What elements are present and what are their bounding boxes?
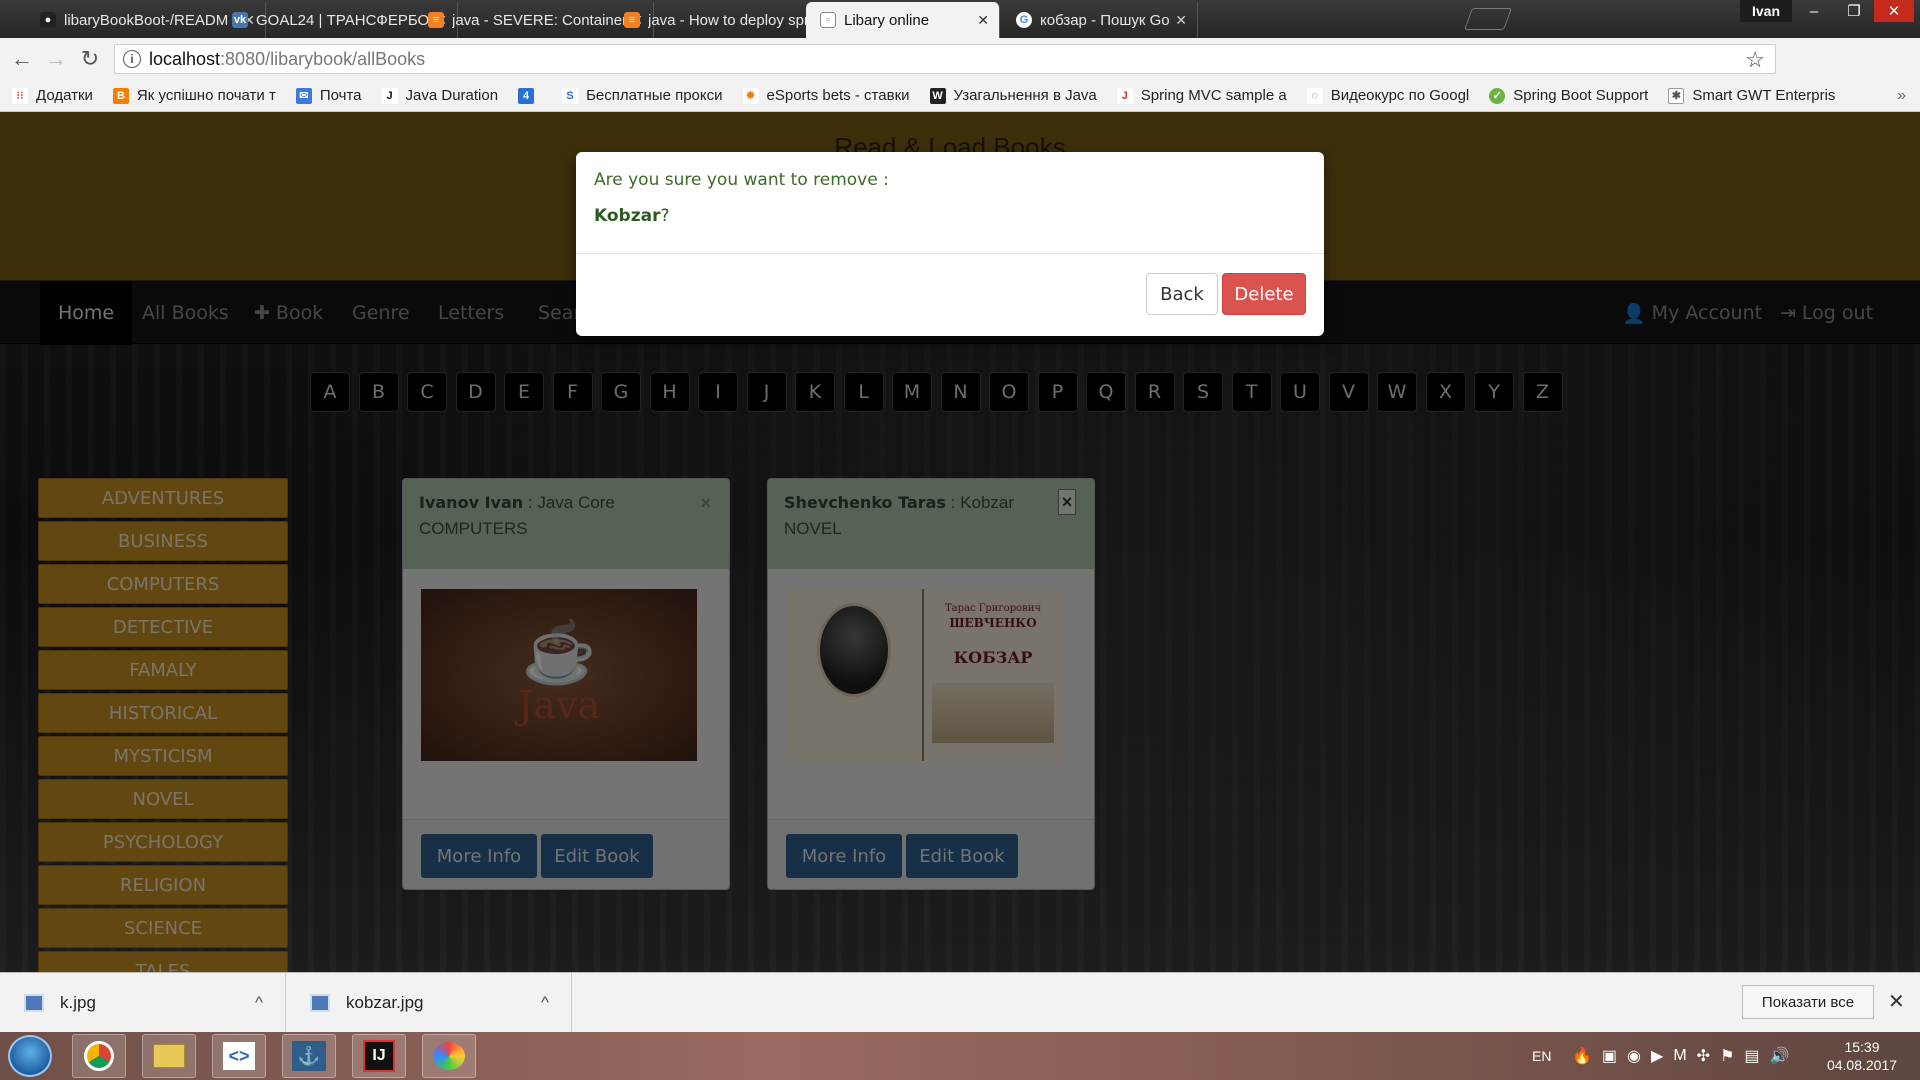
s-icon: S xyxy=(562,87,579,104)
stackoverflow-icon: ≡ xyxy=(624,12,640,28)
back-button[interactable]: Back xyxy=(1146,273,1218,315)
tab-title: libaryBookBoot-/READM xyxy=(64,11,229,29)
tab-title: GOAL24 | ТРАНСФЕРБО xyxy=(256,11,430,29)
system-clock[interactable]: 15:39 04.08.2017 xyxy=(1812,1038,1912,1074)
close-downloads-icon[interactable]: ✕ xyxy=(1888,989,1905,1014)
four-icon: 4 xyxy=(518,87,535,104)
bookmark-spring-mvc[interactable]: J Spring MVC sample a xyxy=(1116,87,1287,104)
google-icon: G xyxy=(1016,12,1032,28)
stackoverflow-icon: ≡ xyxy=(428,12,444,28)
apps-icon: ⁝⁝ xyxy=(12,87,28,104)
back-arrow-icon[interactable]: ← xyxy=(10,47,34,71)
mail-tray-icon[interactable]: M xyxy=(1673,1047,1686,1065)
bookmark-esports[interactable]: ✸ eSports bets - ставки xyxy=(742,87,910,104)
spring-icon: ✓ xyxy=(1489,87,1506,104)
chrome-tray-icon[interactable]: ◉ xyxy=(1627,1046,1641,1066)
start-button[interactable] xyxy=(8,1035,52,1077)
bookmark-proxy[interactable]: S Бесплатные прокси xyxy=(562,87,723,104)
paint-icon[interactable] xyxy=(422,1034,476,1078)
github-icon: ● xyxy=(40,12,56,28)
info-icon[interactable]: i xyxy=(123,50,141,68)
close-icon[interactable]: ✕ xyxy=(1175,12,1187,29)
dialog-body: Are you sure you want to remove : Kobzar… xyxy=(576,152,1324,254)
windows-taskbar: <> ⚓ IJ EN 🔥 ▣ ◉ ▶ M ✣ ⚑ ▤ 🔊 15:39 04.08… xyxy=(0,1032,1920,1080)
download-file-name: k.jpg xyxy=(60,993,96,1012)
forward-arrow-icon[interactable]: → xyxy=(44,47,68,71)
url-path: :8080/libarybook/allBooks xyxy=(220,48,426,69)
flame-icon[interactable]: 🔥 xyxy=(1572,1046,1592,1066)
bookmarks-bar: ⁝⁝ Додатки B Як успішно почати т ✉ Почта JJ… xyxy=(0,80,1920,112)
tab-title: Libary online xyxy=(844,11,930,29)
vk-icon: vk xyxy=(232,12,248,28)
mail-icon: ✉ xyxy=(295,87,312,104)
restore-icon[interactable]: ❐ xyxy=(1834,0,1874,22)
bookmark-gwt[interactable]: ✱ Smart GWT Enterpris xyxy=(1668,87,1835,104)
bookmark-java-duration[interactable]: J Java Duration xyxy=(381,87,498,104)
image-file-icon xyxy=(24,994,44,1012)
new-tab-button[interactable] xyxy=(1463,8,1513,30)
download-item[interactable]: kobzar.jpg ^ xyxy=(286,973,572,1033)
url-host: localhost xyxy=(149,48,221,69)
bookmark-four[interactable]: 4 xyxy=(518,87,542,104)
tab-title: java - SEVERE: Container xyxy=(452,11,626,29)
bookmark-video[interactable]: ◌ Видеокурс по Googl xyxy=(1306,87,1469,104)
dialog-question: Are you sure you want to remove : xyxy=(594,170,889,190)
gwt-icon: ✱ xyxy=(1668,87,1685,104)
bookmark-mail[interactable]: ✉ Почта xyxy=(295,87,362,104)
chevron-up-icon[interactable]: ^ xyxy=(541,993,549,1013)
bookmark-star-icon[interactable]: ☆ xyxy=(1745,47,1765,73)
video-icon: ◌ xyxy=(1306,87,1323,104)
dialog-book-line: Kobzar? xyxy=(594,206,1306,226)
tab-google[interactable]: G кобзар - Пошук Google ✕ xyxy=(1002,2,1198,38)
browser-tabstrip: ● libaryBookBoot-/READM ✕ vk GOAL24 | ТР… xyxy=(0,0,1920,38)
visual-studio-icon[interactable]: <> xyxy=(212,1034,266,1078)
clock-time: 15:39 xyxy=(1844,1039,1880,1055)
clock-date: 04.08.2017 xyxy=(1826,1057,1898,1073)
profile-button[interactable]: Ivan xyxy=(1740,0,1793,22)
j-icon: J xyxy=(381,87,398,104)
system-tray: 🔥 ▣ ◉ ▶ M ✣ ⚑ ▤ 🔊 xyxy=(1572,1032,1789,1080)
bookmark-blogger[interactable]: B Як успішно почати т xyxy=(112,87,276,104)
chevron-up-icon[interactable]: ^ xyxy=(255,993,263,1013)
tab-title: кобзар - Пошук Google xyxy=(1040,11,1170,29)
media-icon[interactable]: ▶ xyxy=(1651,1046,1663,1066)
spring-mvc-icon: J xyxy=(1116,87,1133,104)
delete-button[interactable]: Delete xyxy=(1222,273,1306,315)
address-toolbar: ← → ↻ i localhost:8080/libarybook/allBoo… xyxy=(0,38,1920,80)
downloads-bar: k.jpg ^ kobzar.jpg ^ Показати все ✕ xyxy=(0,972,1920,1033)
blogger-icon: B xyxy=(112,87,129,104)
bookmark-wiki[interactable]: W Узагальнення в Java xyxy=(929,87,1097,104)
tab-libary-online[interactable]: ▫ Libary online ✕ xyxy=(806,2,1000,38)
mysql-workbench-icon[interactable]: ⚓ xyxy=(282,1034,336,1078)
network-icon[interactable]: ▣ xyxy=(1602,1046,1617,1066)
explorer-icon[interactable] xyxy=(142,1034,196,1078)
intellij-icon[interactable]: IJ xyxy=(352,1034,406,1078)
page-viewport: Read & Load Books Home All Books ✚Book G… xyxy=(0,112,1920,972)
language-indicator[interactable]: EN xyxy=(1532,1032,1551,1080)
download-file-name: kobzar.jpg xyxy=(346,993,424,1012)
esports-icon: ✸ xyxy=(742,87,759,104)
dialog-book-name: Kobzar xyxy=(594,206,661,226)
address-bar[interactable]: i localhost:8080/libarybook/allBooks ☆ xyxy=(114,44,1776,74)
bookmarks-overflow-icon[interactable]: » xyxy=(1897,87,1906,105)
confirm-remove-dialog: Are you sure you want to remove : Kobzar… xyxy=(576,152,1324,336)
chrome-icon[interactable] xyxy=(72,1034,126,1078)
tab-title: java - How to deploy spr xyxy=(648,11,809,29)
bookmark-spring-boot[interactable]: ✓ Spring Boot Support xyxy=(1489,87,1648,104)
close-icon[interactable]: ✕ xyxy=(977,12,989,29)
minimize-icon[interactable]: – xyxy=(1794,0,1834,22)
monitor-icon[interactable]: ▤ xyxy=(1744,1046,1759,1066)
window-close-icon[interactable]: ✕ xyxy=(1874,0,1914,22)
show-all-downloads-button[interactable]: Показати все xyxy=(1742,985,1874,1019)
volume-icon[interactable]: 🔊 xyxy=(1770,1046,1790,1066)
w-icon: W xyxy=(929,87,946,104)
bookmark-apps[interactable]: ⁝⁝ Додатки xyxy=(12,87,93,104)
reload-icon[interactable]: ↻ xyxy=(78,47,102,71)
download-item[interactable]: k.jpg ^ xyxy=(0,973,286,1033)
image-file-icon xyxy=(310,994,330,1012)
dialog-question-mark: ? xyxy=(660,206,670,226)
flag-icon[interactable]: ⚑ xyxy=(1720,1046,1734,1066)
devices-icon[interactable]: ✣ xyxy=(1697,1046,1710,1066)
page-icon: ▫ xyxy=(820,12,836,28)
